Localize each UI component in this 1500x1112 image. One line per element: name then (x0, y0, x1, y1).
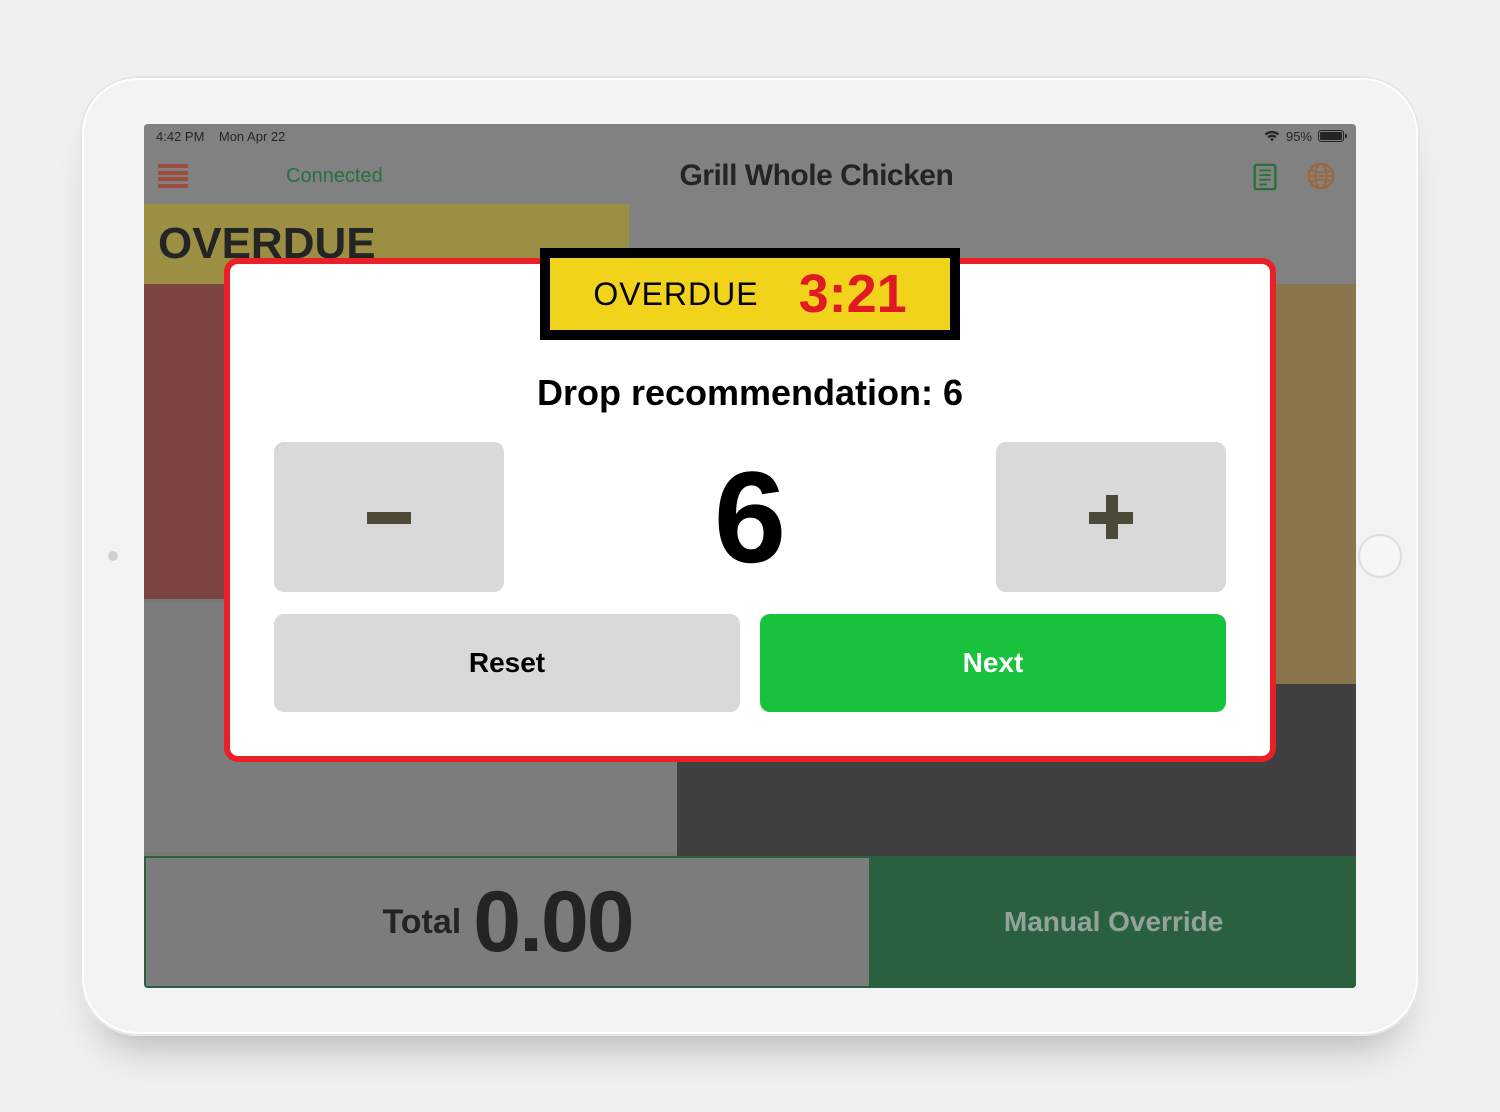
ipad-frame: 4:42 PM Mon Apr 22 95% Connected Grill W… (80, 76, 1420, 1036)
minus-icon (357, 485, 421, 549)
overdue-banner: OVERDUE 3:21 (540, 248, 960, 340)
drop-modal: OVERDUE 3:21 Drop recommendation: 6 6 (224, 258, 1276, 762)
next-label: Next (963, 647, 1024, 679)
increment-button[interactable] (996, 442, 1226, 592)
reset-button[interactable]: Reset (274, 614, 740, 712)
overdue-time: 3:21 (799, 263, 907, 325)
plus-icon (1079, 485, 1143, 549)
quantity-stepper: 6 (274, 442, 1226, 592)
home-button[interactable] (1358, 534, 1402, 578)
reset-label: Reset (469, 647, 545, 679)
quantity-value: 6 (544, 442, 956, 592)
recommendation-text: Drop recommendation: 6 (274, 372, 1226, 414)
decrement-button[interactable] (274, 442, 504, 592)
screen: 4:42 PM Mon Apr 22 95% Connected Grill W… (144, 124, 1356, 988)
next-button[interactable]: Next (760, 614, 1226, 712)
overdue-label: OVERDUE (593, 276, 758, 313)
